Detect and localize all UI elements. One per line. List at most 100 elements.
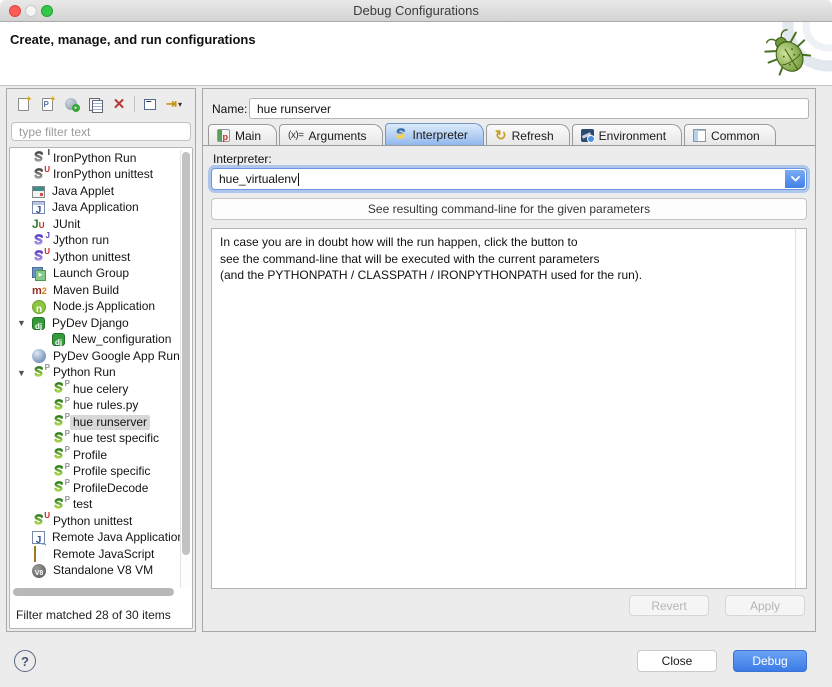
tree-horizontal-scrollbar[interactable] bbox=[13, 588, 174, 596]
new-prototype-button[interactable]: P✦ bbox=[35, 93, 59, 115]
revert-button[interactable]: Revert bbox=[629, 595, 709, 616]
interpreter-tab-icon bbox=[394, 128, 408, 142]
interpreter-combo[interactable]: hue_virtualenv bbox=[211, 168, 807, 190]
delete-configuration-button[interactable]: ✕ bbox=[107, 93, 131, 115]
tree-item-profile-specific[interactable]: P Profile specific bbox=[10, 464, 179, 481]
name-input[interactable] bbox=[249, 98, 809, 119]
info-vertical-scrollbar[interactable] bbox=[795, 229, 806, 588]
collapse-all-icon bbox=[144, 99, 156, 110]
help-button[interactable]: ? bbox=[14, 650, 36, 672]
interpreter-value: hue_virtualenv bbox=[212, 172, 297, 186]
configurations-panel: ✦ P✦ ▸ ✕ ⇥ ▾ bbox=[6, 88, 196, 632]
tree-item-new-configuration[interactable]: dj New_configuration bbox=[10, 332, 179, 349]
java-application-icon: J bbox=[32, 201, 45, 214]
python-run-icon: P bbox=[52, 432, 66, 446]
tab-arguments[interactable]: (x)= Arguments bbox=[279, 124, 383, 146]
tree-horizontal-scrollbar-thumb[interactable] bbox=[13, 588, 174, 596]
chevron-down-icon bbox=[791, 176, 800, 182]
interpreter-combo-dropdown-button[interactable] bbox=[785, 170, 805, 188]
tree-item-python-run[interactable]: ▼ P Python Run bbox=[10, 365, 179, 382]
duplicate-icon bbox=[89, 98, 102, 111]
python-run-icon: P bbox=[52, 481, 66, 495]
export-icon: ▸ bbox=[65, 98, 77, 110]
new-configuration-button[interactable]: ✦ bbox=[11, 93, 35, 115]
tab-main[interactable]: p Main bbox=[208, 124, 277, 146]
tree-item-pydev-django[interactable]: ▼ dj PyDev Django bbox=[10, 315, 179, 332]
tree-item-jython-unittest[interactable]: U Jython unittest bbox=[10, 249, 179, 266]
collapse-all-button[interactable] bbox=[138, 93, 162, 115]
python-run-icon: P bbox=[52, 415, 66, 429]
interpreter-label: Interpreter: bbox=[213, 152, 272, 166]
tree-item-pydev-google-app-run[interactable]: PyDev Google App Run bbox=[10, 348, 179, 365]
python-run-icon: P bbox=[52, 382, 66, 396]
tree-vertical-scrollbar-thumb[interactable] bbox=[182, 152, 190, 555]
tree-item-python-unittest[interactable]: U Python unittest bbox=[10, 513, 179, 530]
tab-common[interactable]: Common bbox=[684, 124, 776, 146]
tree-item-ironpython-unittest[interactable]: U IronPython unittest bbox=[10, 167, 179, 184]
export-configurations-button[interactable]: ▸ bbox=[59, 93, 83, 115]
text-cursor bbox=[298, 173, 299, 186]
common-tab-icon bbox=[693, 129, 706, 142]
tree-item-nodejs-application[interactable]: n Node.js Application bbox=[10, 299, 179, 316]
tree-item-jython-run[interactable]: J Jython run bbox=[10, 233, 179, 250]
info-text: In case you are in doubt how will the ru… bbox=[220, 234, 784, 284]
main-tab-icon: p bbox=[217, 129, 230, 142]
zoom-window-button[interactable] bbox=[41, 5, 53, 17]
python-run-icon: P bbox=[52, 465, 66, 479]
duplicate-configuration-button[interactable] bbox=[83, 93, 107, 115]
dropdown-caret-icon: ▾ bbox=[178, 100, 182, 109]
tree-item-launch-group[interactable]: Launch Group bbox=[10, 266, 179, 283]
close-button[interactable]: Close bbox=[637, 650, 717, 672]
tree-item-remote-java-application[interactable]: J Remote Java Application bbox=[10, 530, 179, 547]
tree-item-hue-runserver[interactable]: P hue runserver bbox=[10, 414, 179, 431]
tree-item-test[interactable]: P test bbox=[10, 497, 179, 514]
tab-interpreter[interactable]: Interpreter bbox=[385, 123, 484, 146]
new-configuration-icon: ✦ bbox=[18, 98, 29, 111]
tree-vertical-scrollbar[interactable] bbox=[180, 150, 191, 588]
debug-button[interactable]: Debug bbox=[733, 650, 807, 672]
configurations-tree: I IronPython Run U IronPython unittest J… bbox=[9, 147, 193, 629]
close-window-button[interactable] bbox=[9, 5, 21, 17]
python-run-icon: P bbox=[32, 366, 46, 380]
tab-refresh[interactable]: ↻ Refresh bbox=[486, 124, 570, 146]
jython-run-icon: J bbox=[32, 234, 46, 248]
remote-javascript-icon bbox=[32, 547, 46, 561]
minimize-window-button[interactable] bbox=[25, 5, 37, 17]
command-line-info-area[interactable]: In case you are in doubt how will the ru… bbox=[211, 228, 807, 589]
filter-configurations-button[interactable]: ⇥ ▾ bbox=[162, 93, 186, 115]
window-title: Debug Configurations bbox=[353, 3, 479, 18]
tab-bar: p Main (x)= Arguments Interpreter ↻ Refr… bbox=[208, 123, 778, 146]
filter-input[interactable] bbox=[11, 122, 191, 141]
environment-tab-icon bbox=[581, 129, 594, 142]
tree-item-hue-test-specific[interactable]: P hue test specific bbox=[10, 431, 179, 448]
tree-item-ironpython-run[interactable]: I IronPython Run bbox=[10, 150, 179, 167]
tree-item-junit[interactable]: JU JUnit bbox=[10, 216, 179, 233]
tree-item-hue-celery[interactable]: P hue celery bbox=[10, 381, 179, 398]
v8-icon: V8 bbox=[32, 564, 46, 578]
ironpython-unittest-icon: U bbox=[32, 168, 46, 182]
tree-item-hue-rules-py[interactable]: P hue rules.py bbox=[10, 398, 179, 415]
filter-status: Filter matched 28 of 30 items bbox=[16, 608, 171, 622]
tree-item-maven-build[interactable]: m2 Maven Build bbox=[10, 282, 179, 299]
expander-icon[interactable]: ▼ bbox=[17, 368, 26, 378]
tree-item-java-application[interactable]: J Java Application bbox=[10, 200, 179, 217]
expander-icon[interactable]: ▼ bbox=[17, 318, 26, 328]
maven-build-icon: m2 bbox=[32, 283, 46, 297]
debug-configurations-window: Debug Configurations Create, manage, and… bbox=[0, 0, 832, 687]
tree-item-java-applet[interactable]: Java Applet bbox=[10, 183, 179, 200]
see-command-line-button[interactable]: See resulting command-line for the given… bbox=[211, 198, 807, 220]
configuration-detail-panel: Name: p Main (x)= Arguments Interpreter … bbox=[202, 88, 816, 632]
ironpython-run-icon: I bbox=[32, 151, 46, 165]
tree-item-profile[interactable]: P Profile bbox=[10, 447, 179, 464]
title-bar: Debug Configurations bbox=[0, 0, 832, 22]
django-icon: dj bbox=[52, 333, 65, 346]
google-app-icon bbox=[32, 349, 46, 363]
dialog-header: Create, manage, and run configurations bbox=[0, 22, 832, 86]
tree-item-remote-javascript[interactable]: Remote JavaScript bbox=[10, 546, 179, 563]
apply-button[interactable]: Apply bbox=[725, 595, 805, 616]
tree-item-profiledecode[interactable]: P ProfileDecode bbox=[10, 480, 179, 497]
remote-java-icon: J bbox=[32, 531, 45, 544]
tree-item-standalone-v8-vm[interactable]: V8 Standalone V8 VM bbox=[10, 563, 179, 580]
jython-unittest-icon: U bbox=[32, 250, 46, 264]
tab-environment[interactable]: Environment bbox=[572, 124, 682, 146]
